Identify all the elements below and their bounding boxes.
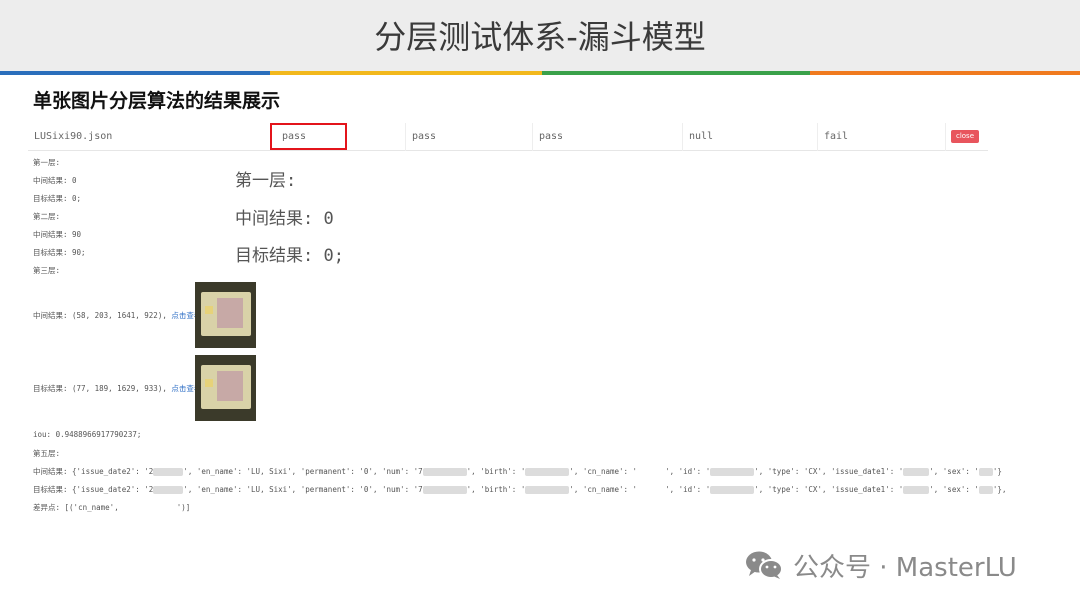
layer3-mid-result: 中间结果: (58, 203, 1641, 922), 点击查看 [33, 310, 201, 321]
layer2-target-result: 目标结果: 90; [33, 248, 86, 257]
section-title: 单张图片分层算法的结果展示 [33, 90, 281, 112]
layer5-target-result: 目标结果: {'issue_date2': '2 ', 'en_name': 'L… [33, 485, 1007, 494]
close-button[interactable]: close [951, 130, 979, 143]
layer3-label: 第三层: [33, 266, 61, 275]
mid-result-image[interactable] [195, 282, 256, 348]
iou-value: iou: 0.9488966917790237; [33, 430, 142, 439]
layer5-result-cell: fail [818, 123, 946, 151]
diff-points: 差异点: [('cn_name', ')] [33, 503, 191, 512]
zoom-layer1-label: 第一层: [235, 171, 297, 191]
target-result-image[interactable] [195, 355, 256, 421]
layer3-target-result: 目标结果: (77, 189, 1629, 933), 点击查看 [33, 383, 201, 394]
zoom-mid-result: 中间结果: 0 [235, 209, 334, 229]
layer3-mid-value: 中间结果: (58, 203, 1641, 922), [33, 311, 167, 320]
watermark-text: 公众号 · MasterLU [793, 552, 1017, 583]
layer1-label: 第一层: [33, 158, 61, 167]
layer2-result-cell: pass [405, 123, 533, 151]
layer1-target-result: 目标结果: 0; [33, 194, 82, 203]
zoom-target-result: 目标结果: 0; [235, 246, 344, 266]
layer2-mid-result: 中间结果: 90 [33, 230, 82, 239]
stripe-orange [810, 71, 1080, 75]
layer3-target-value: 目标结果: (77, 189, 1629, 933), [33, 384, 167, 393]
layer5-label: 第五层: [33, 449, 61, 458]
slide-header: 分层测试体系-漏斗模型 [0, 0, 1080, 71]
slide-title: 分层测试体系-漏斗模型 [374, 18, 706, 56]
layer4-result-cell: null [683, 123, 818, 151]
result-row: LUSixi90.json pass pass pass null fail c… [28, 123, 988, 151]
layer1-result-cell: pass [270, 123, 347, 150]
stripe-yellow [270, 71, 542, 75]
layer1-mid-result: 中间结果: 0 [33, 176, 77, 185]
wechat-icon [745, 550, 783, 580]
stripe-blue [0, 71, 270, 75]
watermark: 公众号 · MasterLU [745, 548, 1017, 583]
file-name-cell[interactable]: LUSixi90.json [28, 123, 270, 151]
layer3-result-cell: pass [533, 123, 683, 151]
stripe-green [542, 71, 810, 75]
layer2-label: 第二层: [33, 212, 61, 221]
layer5-mid-result: 中间结果: {'issue_date2': '2 ', 'en_name': 'L… [33, 467, 1002, 476]
